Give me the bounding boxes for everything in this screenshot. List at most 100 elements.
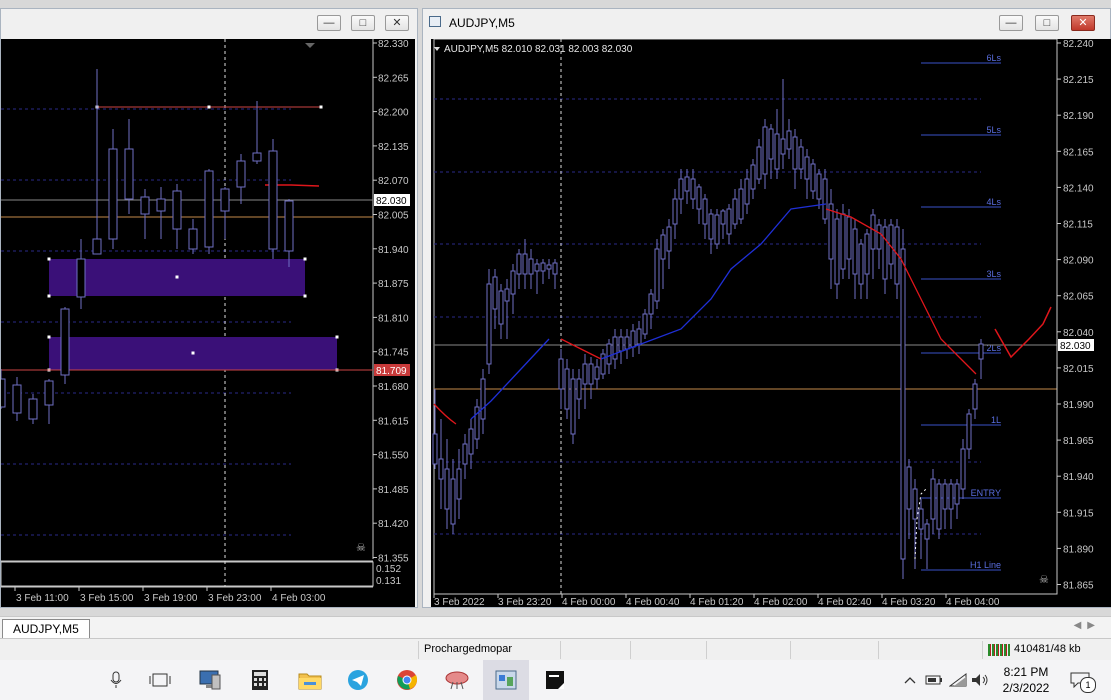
price-label: 81.865 <box>1063 581 1094 592</box>
time-label: 3 Feb 2022 <box>434 597 485 607</box>
zone-handle <box>335 335 339 339</box>
ma-line-red <box>560 338 602 360</box>
candle-body <box>666 226 672 252</box>
calculator-icon[interactable] <box>248 668 272 692</box>
candle-body <box>798 146 804 170</box>
zone-handle <box>191 351 195 355</box>
maximize-button[interactable]: □ <box>1035 15 1059 31</box>
telegram-icon[interactable] <box>346 668 370 692</box>
candle-body <box>954 483 960 505</box>
current-price-text: 82.030 <box>1060 341 1091 352</box>
candle-body <box>930 478 936 520</box>
traffic-text: 410481/48 kb <box>1014 643 1081 655</box>
chevron-up-icon[interactable] <box>898 668 922 692</box>
app-icon[interactable] <box>445 668 469 692</box>
right-window-titlebar[interactable]: AUDJPY,M5 — □ ✕ <box>423 9 1110 35</box>
minimize-button[interactable]: — <box>999 15 1023 31</box>
price-label: 82.330 <box>378 39 409 50</box>
price-label: 82.190 <box>1063 111 1094 122</box>
candle-body <box>600 353 606 375</box>
candle-body <box>60 308 70 376</box>
candle-body <box>972 383 978 410</box>
price-label: 81.940 <box>378 245 409 256</box>
profile-name: Prochargedmopar <box>424 643 513 655</box>
status-divider <box>418 641 419 659</box>
window-title: AUDJPY,M5 <box>449 16 515 30</box>
close-button[interactable]: ✕ <box>385 15 409 31</box>
skull-icon: ☠ <box>356 542 366 554</box>
level-label: 3Ls <box>986 269 1001 279</box>
price-label: 81.915 <box>1063 508 1094 519</box>
candle-body <box>576 378 582 400</box>
candle-body <box>456 468 462 500</box>
left-window-titlebar[interactable]: — □ ✕ <box>1 9 417 35</box>
level-label: ENTRY <box>971 488 1001 498</box>
candle-body <box>978 343 984 360</box>
candle-body <box>468 428 474 455</box>
collapse-triangle-icon <box>434 47 440 51</box>
candle-body <box>702 198 708 225</box>
time-label: 4 Feb 01:20 <box>690 597 744 607</box>
price-label: 81.810 <box>378 313 409 324</box>
minimize-button[interactable]: — <box>317 15 341 31</box>
candle-body <box>942 483 948 510</box>
sticky-notes-icon[interactable] <box>543 668 567 692</box>
candle-body <box>156 198 166 212</box>
indicator-label: 0.131 <box>376 576 401 587</box>
candle-body <box>486 283 492 365</box>
time-label: 4 Feb 00:00 <box>562 597 616 607</box>
price-label: 81.875 <box>378 279 409 290</box>
candle-body <box>570 378 576 435</box>
candle-body <box>630 330 636 348</box>
candle-body <box>924 523 930 540</box>
wifi-icon[interactable] <box>946 668 970 692</box>
candle-body <box>918 508 924 530</box>
computer-icon[interactable] <box>198 668 222 692</box>
left-chart-area[interactable]: 82.330 82.265 82.200 82.135 82.070 82.005 81.9… <box>1 39 415 607</box>
status-divider <box>560 641 561 659</box>
candle-body <box>552 262 558 275</box>
task-view-icon[interactable] <box>148 668 172 692</box>
volume-icon[interactable] <box>968 668 992 692</box>
zone-handle <box>175 275 179 279</box>
tab-audjpy-m5[interactable]: AUDJPY,M5 <box>2 619 90 639</box>
candle-body <box>648 293 654 315</box>
connection-bars-icon <box>988 644 1010 656</box>
candle-body <box>948 483 954 510</box>
candle-body <box>756 146 762 180</box>
file-explorer-icon[interactable] <box>298 668 322 692</box>
level-label: 6Ls <box>986 53 1001 63</box>
candle-body <box>124 148 134 200</box>
system-clock[interactable]: 8:21 PM 2/3/2022 <box>994 664 1058 696</box>
candle-body <box>450 478 456 525</box>
candle-body <box>804 156 810 180</box>
metatrader-icon[interactable] <box>494 668 518 692</box>
candle-body <box>558 358 564 390</box>
candle-body <box>432 433 438 465</box>
candle-body <box>714 214 720 245</box>
chrome-icon[interactable] <box>395 668 419 692</box>
candle-body <box>738 188 744 220</box>
candle-body <box>76 258 86 298</box>
tab-scroll-arrows[interactable]: ◀▶ <box>1074 620 1101 631</box>
candle-body <box>642 313 648 335</box>
candle-body <box>870 214 876 250</box>
time-label: 3 Feb 23:00 <box>208 593 262 604</box>
right-chart-area[interactable]: 6Ls 5Ls 4Ls 3Ls 2Ls 1L ENTRY H1 Line AUDJPY,M5 8… <box>431 39 1111 607</box>
shift-marker-icon <box>305 43 315 48</box>
candle-body <box>696 186 702 210</box>
candle-body <box>684 176 690 192</box>
chart-tab-bar: AUDJPY,M5 ◀▶ <box>0 616 1111 639</box>
price-label: 82.240 <box>1063 39 1094 50</box>
battery-icon[interactable] <box>922 668 946 692</box>
microphone-icon[interactable] <box>104 668 128 692</box>
close-button[interactable]: ✕ <box>1071 15 1095 31</box>
maximize-button[interactable]: □ <box>351 15 375 31</box>
candle-body <box>528 258 534 275</box>
price-label: 81.965 <box>1063 436 1094 447</box>
candle-body <box>744 178 750 205</box>
clock-date: 2/3/2022 <box>1002 681 1050 695</box>
candle-body <box>912 488 918 520</box>
time-label: 3 Feb 11:00 <box>16 593 69 604</box>
windows-taskbar: 8:21 PM 2/3/2022 1 <box>0 660 1111 700</box>
